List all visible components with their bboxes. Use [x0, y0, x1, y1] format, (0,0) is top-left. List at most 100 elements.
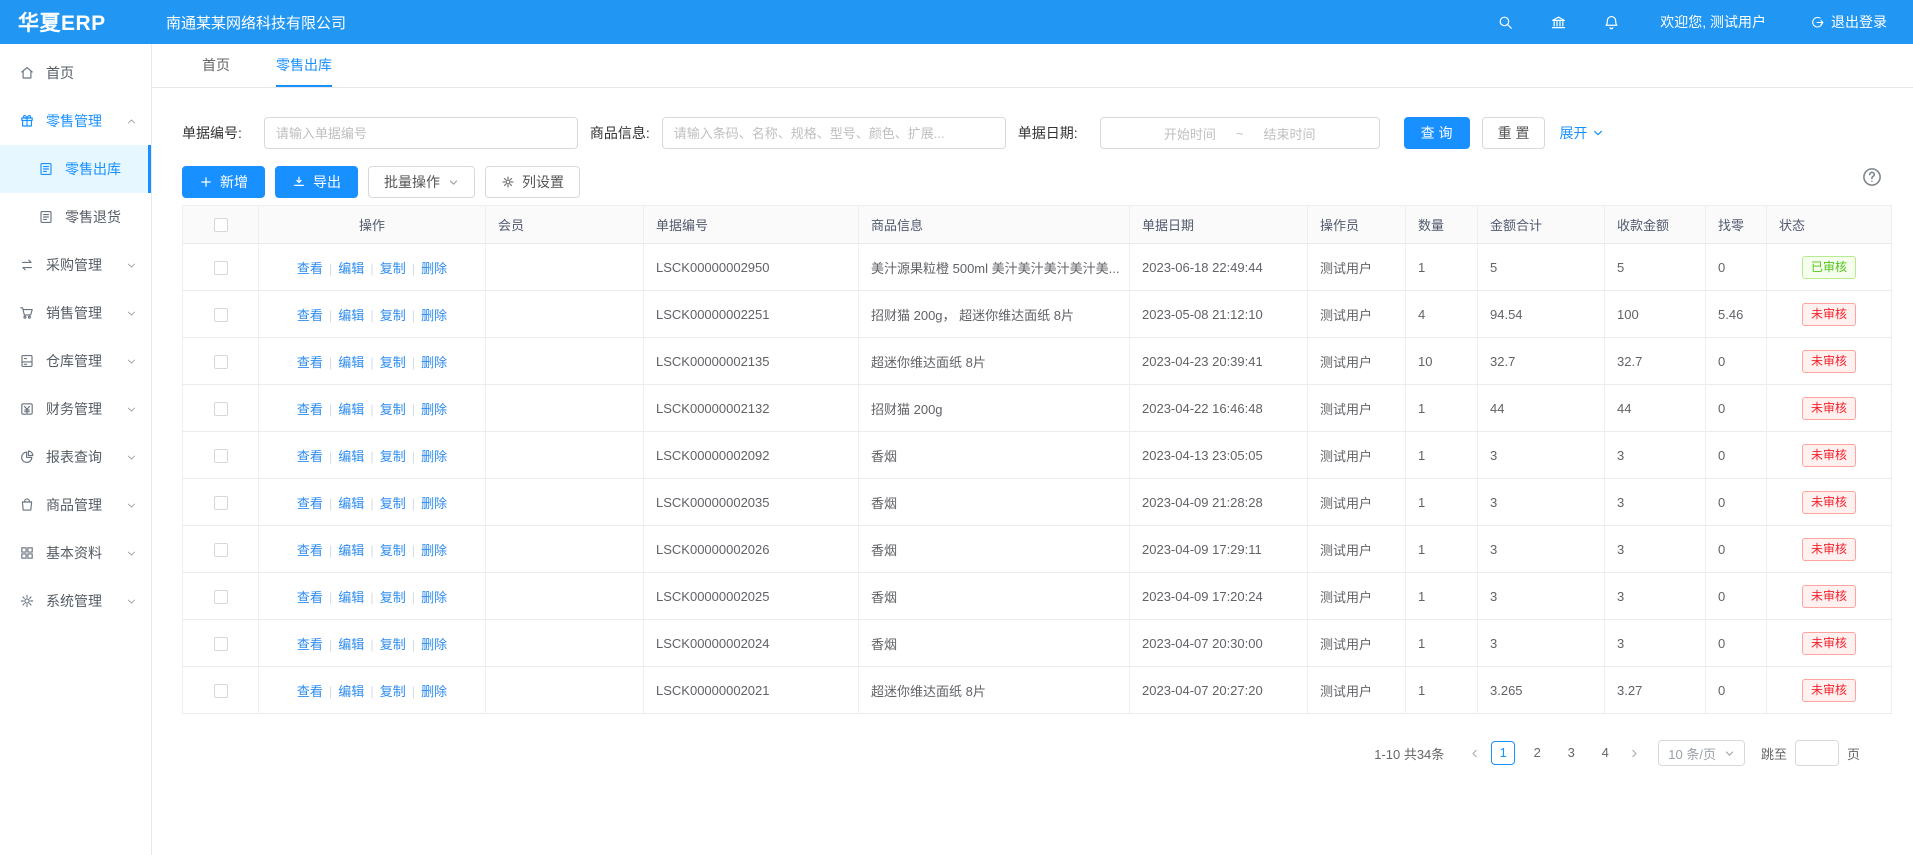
operator-cell: 测试用户	[1308, 244, 1406, 291]
expand-link[interactable]: 展开	[1559, 123, 1604, 143]
received-cell: 3	[1605, 479, 1706, 526]
view-link[interactable]: 查看	[297, 590, 323, 605]
status-badge: 未审核	[1802, 538, 1856, 561]
edit-link[interactable]: 编辑	[338, 684, 364, 699]
sidebar-item-retail-return[interactable]: 零售退货	[0, 193, 151, 241]
view-link[interactable]: 查看	[297, 449, 323, 464]
row-checkbox[interactable]	[214, 355, 228, 369]
row-checkbox[interactable]	[214, 496, 228, 510]
sidebar-item-base-data[interactable]: 基本资料	[0, 529, 151, 577]
copy-link[interactable]: 复制	[380, 684, 406, 699]
reset-button[interactable]: 重 置	[1482, 117, 1546, 149]
sidebar-item-home[interactable]: 首页	[0, 49, 151, 97]
edit-link[interactable]: 编辑	[338, 308, 364, 323]
link-separator: |	[329, 402, 332, 417]
row-checkbox[interactable]	[214, 261, 228, 275]
edit-link[interactable]: 编辑	[338, 355, 364, 370]
select-all-checkbox[interactable]	[214, 218, 228, 232]
sidebar-item-warehouse-mgmt[interactable]: 仓库管理	[0, 337, 151, 385]
copy-link[interactable]: 复制	[380, 308, 406, 323]
edit-link[interactable]: 编辑	[338, 261, 364, 276]
copy-link[interactable]: 复制	[380, 449, 406, 464]
delete-link[interactable]: 删除	[421, 402, 447, 417]
next-page-icon[interactable]	[1622, 741, 1646, 765]
edit-link[interactable]: 编辑	[338, 543, 364, 558]
sidebar-item-purchase-mgmt[interactable]: 采购管理	[0, 241, 151, 289]
edit-link[interactable]: 编辑	[338, 449, 364, 464]
product-info-input[interactable]	[662, 117, 1006, 149]
delete-link[interactable]: 删除	[421, 261, 447, 276]
bell-icon[interactable]	[1603, 14, 1620, 31]
page-size-select[interactable]: 10 条/页	[1658, 740, 1745, 766]
row-checkbox[interactable]	[214, 637, 228, 651]
table-row: 查看|编辑|复制|删除LSCK00000002135超迷你维达面纸 8片2023…	[183, 338, 1892, 385]
column-header: 金额合计	[1478, 206, 1605, 244]
tab-retail-out[interactable]: 零售出库	[276, 44, 332, 87]
copy-link[interactable]: 复制	[380, 355, 406, 370]
search-button[interactable]: 查 询	[1404, 117, 1470, 149]
copy-link[interactable]: 复制	[380, 496, 406, 511]
sidebar-item-retail-out[interactable]: 零售出库	[0, 145, 151, 193]
row-checkbox[interactable]	[214, 543, 228, 557]
sidebar: 首页零售管理零售出库零售退货采购管理销售管理仓库管理财务管理报表查询商品管理基本…	[0, 44, 152, 855]
search-icon[interactable]	[1497, 14, 1514, 31]
jump-to-input[interactable]	[1795, 740, 1839, 766]
prev-page-icon[interactable]	[1462, 741, 1486, 765]
export-button[interactable]: 导出	[275, 166, 358, 198]
copy-link[interactable]: 复制	[380, 637, 406, 652]
view-link[interactable]: 查看	[297, 355, 323, 370]
delete-link[interactable]: 删除	[421, 308, 447, 323]
view-link[interactable]: 查看	[297, 402, 323, 417]
table-row: 查看|编辑|复制|删除LSCK00000002950美汁源果粒橙 500ml 美…	[183, 244, 1892, 291]
row-checkbox[interactable]	[214, 449, 228, 463]
status-badge: 未审核	[1802, 491, 1856, 514]
edit-link[interactable]: 编辑	[338, 496, 364, 511]
copy-link[interactable]: 复制	[380, 402, 406, 417]
total-cell: 3	[1478, 432, 1605, 479]
copy-link[interactable]: 复制	[380, 543, 406, 558]
sidebar-item-system-mgmt[interactable]: 系统管理	[0, 577, 151, 625]
qty-cell: 1	[1406, 479, 1478, 526]
column-settings-button[interactable]: 列设置	[485, 166, 580, 198]
delete-link[interactable]: 删除	[421, 684, 447, 699]
date-range-input[interactable]: 开始时间 ~ 结束时间	[1100, 117, 1380, 149]
sidebar-item-report-query[interactable]: 报表查询	[0, 433, 151, 481]
add-button[interactable]: 新增	[182, 166, 265, 198]
row-checkbox[interactable]	[214, 402, 228, 416]
view-link[interactable]: 查看	[297, 543, 323, 558]
delete-link[interactable]: 删除	[421, 496, 447, 511]
sidebar-item-product-mgmt[interactable]: 商品管理	[0, 481, 151, 529]
sidebar-item-finance-mgmt[interactable]: 财务管理	[0, 385, 151, 433]
bank-icon[interactable]	[1550, 14, 1567, 31]
view-link[interactable]: 查看	[297, 308, 323, 323]
bill-no-input[interactable]	[264, 117, 578, 149]
sidebar-item-sales-mgmt[interactable]: 销售管理	[0, 289, 151, 337]
row-checkbox[interactable]	[214, 590, 228, 604]
page-number-4[interactable]: 4	[1593, 741, 1617, 765]
page-number-1[interactable]: 1	[1491, 741, 1515, 765]
batch-actions-button[interactable]: 批量操作	[368, 166, 475, 198]
help-icon[interactable]	[1861, 166, 1883, 188]
edit-link[interactable]: 编辑	[338, 590, 364, 605]
row-checkbox[interactable]	[214, 684, 228, 698]
view-link[interactable]: 查看	[297, 637, 323, 652]
edit-link[interactable]: 编辑	[338, 637, 364, 652]
logout-button[interactable]: 退出登录	[1810, 12, 1887, 32]
page-number-2[interactable]: 2	[1525, 741, 1549, 765]
row-checkbox[interactable]	[214, 308, 228, 322]
delete-link[interactable]: 删除	[421, 543, 447, 558]
view-link[interactable]: 查看	[297, 496, 323, 511]
delete-link[interactable]: 删除	[421, 637, 447, 652]
delete-link[interactable]: 删除	[421, 590, 447, 605]
delete-link[interactable]: 删除	[421, 355, 447, 370]
delete-link[interactable]: 删除	[421, 449, 447, 464]
copy-link[interactable]: 复制	[380, 590, 406, 605]
tab-home[interactable]: 首页	[202, 44, 230, 87]
view-link[interactable]: 查看	[297, 684, 323, 699]
operator-cell: 测试用户	[1308, 526, 1406, 573]
edit-link[interactable]: 编辑	[338, 402, 364, 417]
copy-link[interactable]: 复制	[380, 261, 406, 276]
sidebar-item-retail-mgmt[interactable]: 零售管理	[0, 97, 151, 145]
page-number-3[interactable]: 3	[1559, 741, 1583, 765]
view-link[interactable]: 查看	[297, 261, 323, 276]
